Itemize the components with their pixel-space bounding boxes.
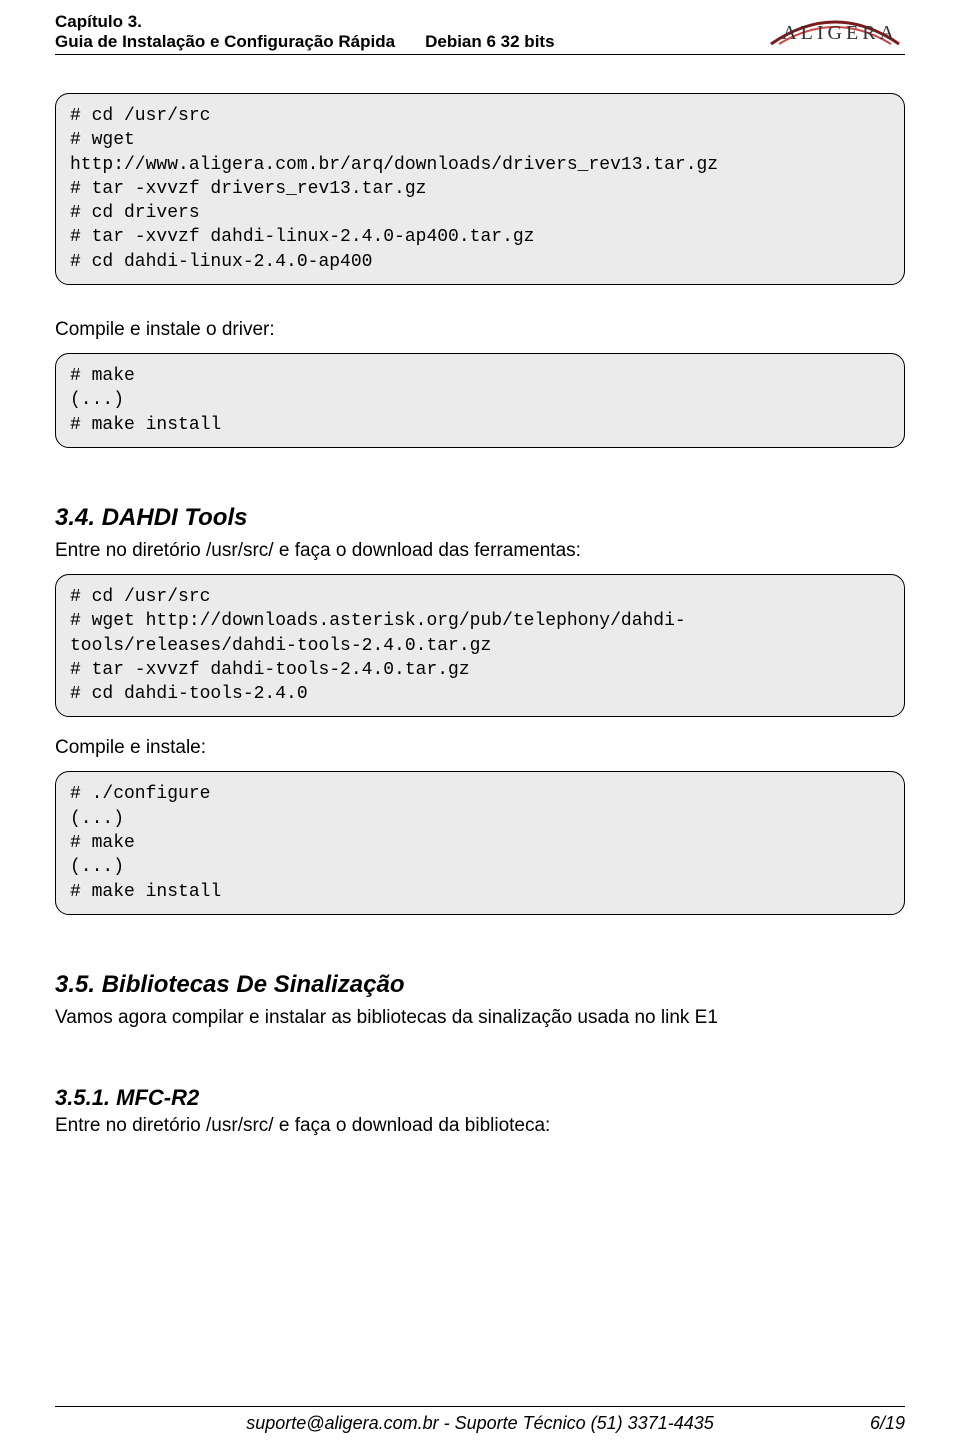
header-right (765, 14, 905, 52)
subsection-mfcr2: 3.5.1. MFC-R2 (55, 1085, 905, 1111)
para-bibliotecas: Vamos agora compilar e instalar as bibli… (55, 1007, 905, 1029)
brand-logo (765, 14, 905, 50)
header-left: Capítulo 3. Guia de Instalação e Configu… (55, 12, 555, 52)
footer-text: suporte@aligera.com.br - Suporte Técnico… (246, 1413, 714, 1434)
page: Capítulo 3. Guia de Instalação e Configu… (0, 0, 960, 1456)
code-block-make-tools: # ./configure (...) # make (...) # make … (55, 771, 905, 914)
section-dahdi-tools: 3.4. DAHDI Tools (55, 504, 905, 532)
code-block-drivers: # cd /usr/src # wget http://www.aligera.… (55, 93, 905, 285)
code-block-make-driver: # make (...) # make install (55, 353, 905, 448)
page-header: Capítulo 3. Guia de Instalação e Configu… (55, 0, 905, 55)
content: # cd /usr/src # wget http://www.aligera.… (55, 55, 905, 1137)
para-compile-tools: Compile e instale: (55, 737, 905, 759)
doc-subtitle: Debian 6 32 bits (425, 32, 554, 52)
para-compile-driver: Compile e instale o driver: (55, 319, 905, 341)
doc-title: Guia de Instalação e Configuração Rápida (55, 32, 395, 52)
para-download-biblioteca: Entre no diretório /usr/src/ e faça o do… (55, 1115, 905, 1137)
chapter-label: Capítulo 3. (55, 12, 555, 32)
code-block-tools: # cd /usr/src # wget http://downloads.as… (55, 574, 905, 717)
section-bibliotecas: 3.5. Bibliotecas De Sinalização (55, 971, 905, 999)
page-footer: suporte@aligera.com.br - Suporte Técnico… (55, 1406, 905, 1434)
para-download-tools: Entre no diretório /usr/src/ e faça o do… (55, 540, 905, 562)
page-number: 6/19 (870, 1413, 905, 1434)
arc-icon (765, 14, 905, 50)
